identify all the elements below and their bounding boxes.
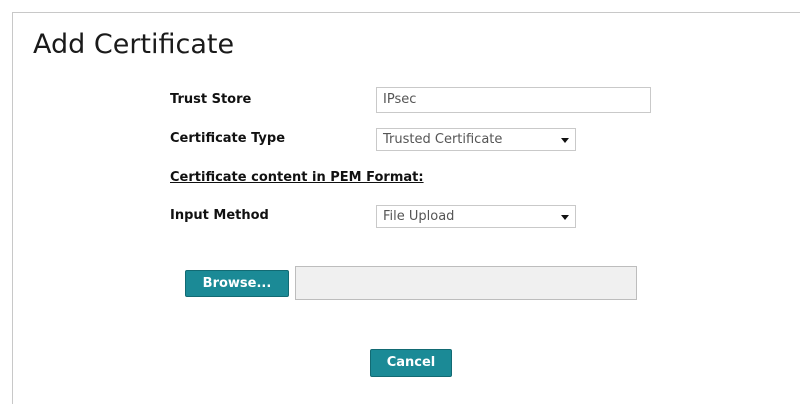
browse-button[interactable]: Browse... [185,270,289,297]
certificate-type-selected: Trusted Certificate [383,132,503,147]
trust-store-label: Trust Store [170,92,252,107]
chevron-down-icon [561,138,569,143]
trust-store-field[interactable]: IPsec [376,87,651,113]
input-method-select[interactable]: File Upload [376,205,576,228]
cancel-button[interactable]: Cancel [370,349,452,377]
input-method-label: Input Method [170,208,269,223]
input-method-selected: File Upload [383,209,455,224]
file-path-field[interactable] [295,266,637,300]
certificate-type-select[interactable]: Trusted Certificate [376,128,576,151]
chevron-down-icon [561,215,569,220]
certificate-type-label: Certificate Type [170,131,286,146]
add-certificate-panel: Add Certificate Trust Store IPsec Certif… [12,12,800,404]
pem-format-heading: Certificate content in PEM Format: [170,170,424,185]
page-title: Add Certificate [33,29,235,60]
